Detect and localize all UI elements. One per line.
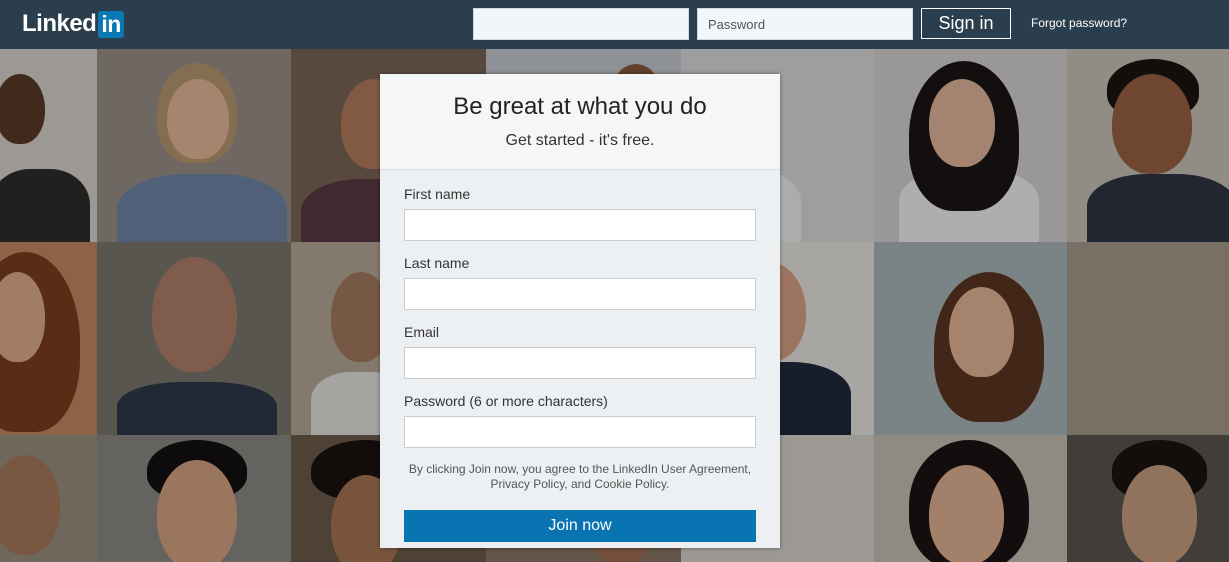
member-photo	[874, 435, 1067, 562]
member-photo	[1067, 242, 1229, 435]
password-input[interactable]	[404, 416, 756, 448]
password-label: Password (6 or more characters)	[404, 393, 608, 409]
member-photo	[0, 242, 97, 435]
join-now-button[interactable]: Join now	[404, 510, 756, 542]
member-photo	[1067, 49, 1229, 242]
member-photo	[0, 49, 97, 242]
sign-in-button[interactable]: Sign in	[921, 8, 1011, 39]
logo-wordmark: Linked	[22, 10, 97, 37]
member-photo	[97, 49, 291, 242]
last-name-label: Last name	[404, 255, 470, 271]
first-name-label: First name	[404, 186, 471, 202]
signup-panel: Be great at what you do Get started - it…	[380, 74, 780, 548]
last-name-input[interactable]	[404, 278, 756, 310]
header-password-input[interactable]	[697, 8, 913, 40]
first-name-input[interactable]	[404, 209, 756, 241]
linkedin-logo[interactable]: Linked in	[22, 9, 124, 39]
member-photo	[874, 242, 1067, 435]
member-photo	[1067, 435, 1229, 562]
signup-title: Be great at what you do	[453, 93, 707, 120]
top-navigation-bar: Linked in Sign in Forgot password?	[0, 0, 1229, 49]
email-input[interactable]	[404, 347, 756, 379]
signup-header: Be great at what you do Get started - it…	[380, 74, 780, 170]
member-photo	[97, 435, 291, 562]
signup-form: First name Last name Email Password (6 o…	[380, 170, 780, 542]
legal-agreement-text: By clicking Join now, you agree to the L…	[408, 462, 752, 491]
member-photo	[874, 49, 1067, 242]
signup-subtitle: Get started - it's free.	[505, 132, 655, 149]
member-photo	[0, 435, 97, 562]
email-label: Email	[404, 324, 440, 340]
forgot-password-link[interactable]: Forgot password?	[1031, 16, 1127, 30]
logo-badge: in	[98, 10, 124, 38]
member-photo	[97, 242, 291, 435]
header-email-input[interactable]	[473, 8, 689, 40]
